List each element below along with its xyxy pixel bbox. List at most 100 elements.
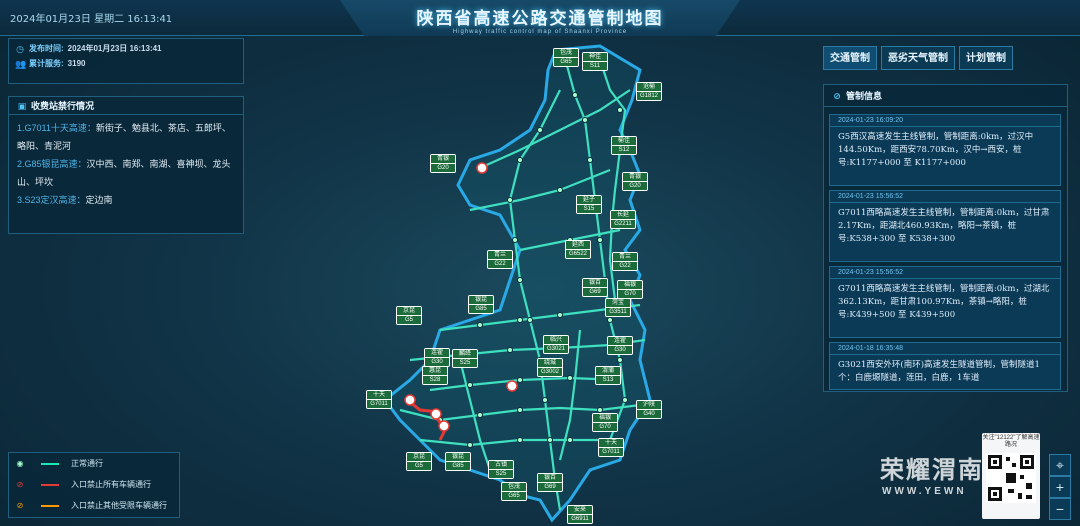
highway-badge-name: 银百 bbox=[538, 474, 562, 483]
highway-badge-name: 京昆 bbox=[397, 307, 421, 316]
tab-weather-control[interactable]: 恶劣天气管制 bbox=[881, 46, 955, 70]
highway-badge[interactable]: 京昆 G5 bbox=[396, 306, 422, 325]
legend-item: ⊘ 入口禁止其他受限车辆通行 bbox=[9, 495, 179, 516]
highway-badge-name: 包茂 bbox=[554, 49, 578, 58]
highway-badge[interactable]: 青银 G20 bbox=[622, 172, 648, 191]
toll-item: 1.G7011十天高速：新街子、勉县北、茶店、五郎坪、略阳、青泥河 bbox=[9, 119, 243, 155]
service-value: 3190 bbox=[67, 59, 86, 68]
highway-badge[interactable]: 连霍 G30 bbox=[607, 336, 633, 355]
locate-button[interactable]: ⌖ bbox=[1049, 454, 1071, 476]
tab-traffic-control[interactable]: 交通管制 bbox=[823, 46, 877, 70]
highway-badge-name: 绕城 bbox=[538, 359, 562, 368]
highway-badge-code: S25 bbox=[453, 359, 477, 367]
highway-badge-name: 菏宝 bbox=[606, 299, 630, 308]
highway-badge-name: 青兰 bbox=[613, 253, 637, 262]
highway-badge[interactable]: 包茂 G65 bbox=[553, 48, 579, 67]
highway-badge[interactable]: 银百 G69 bbox=[582, 278, 608, 297]
highway-badge[interactable]: 十天 G7011 bbox=[366, 390, 392, 409]
no-entry-restricted-icon: ⊘ bbox=[16, 501, 24, 510]
highway-badge-code: G3002 bbox=[538, 368, 562, 376]
toll-route: 2.G85银昆高速： bbox=[17, 159, 87, 169]
legend-label: 入口禁止其他受限车辆通行 bbox=[71, 501, 167, 510]
highway-badge-name: 福银 bbox=[618, 281, 642, 290]
highway-badge[interactable]: 古镇 S25 bbox=[488, 460, 514, 479]
highway-badge-code: G5 bbox=[397, 316, 421, 324]
tab-planned-control[interactable]: 计划管制 bbox=[959, 46, 1013, 70]
highway-badge[interactable]: 惠昆 S28 bbox=[422, 366, 448, 385]
highway-badge[interactable]: 延西 G6522 bbox=[565, 240, 591, 259]
highway-badge[interactable]: 银昆 G85 bbox=[468, 295, 494, 314]
notice-time: 2024-01-23 16:09:20 bbox=[830, 115, 1060, 127]
highway-badge[interactable]: 绕城 G3002 bbox=[537, 358, 563, 377]
notice-body: G7011西略高速发生主线管制，管制距离:0km，过湖北362.13Km，距甘肃… bbox=[838, 284, 1050, 320]
highway-badge-code: G6522 bbox=[566, 250, 590, 258]
highway-badge-name: 银昆 bbox=[469, 296, 493, 305]
highway-badge[interactable]: 银昆 G85 bbox=[445, 452, 471, 471]
highway-badge-code: G2211 bbox=[611, 220, 635, 228]
zoom-in-button[interactable]: + bbox=[1049, 476, 1071, 498]
highway-badge-name: 延子 bbox=[577, 196, 601, 205]
watermark-name: 荣耀渭南 bbox=[880, 456, 984, 484]
highway-badge[interactable]: 安来 G6911 bbox=[567, 505, 593, 524]
highway-badge-code: G20 bbox=[431, 164, 455, 172]
highway-badge[interactable]: 青兰 G22 bbox=[487, 250, 513, 269]
highway-badge-code: S15 bbox=[577, 205, 601, 213]
highway-badge[interactable]: 沧榆 G1812 bbox=[636, 82, 662, 101]
highway-badge-name: 渭蒲 bbox=[596, 367, 620, 376]
highway-badge-code: G30 bbox=[425, 358, 449, 366]
highway-badge[interactable]: 银百 G69 bbox=[537, 473, 563, 492]
highway-badge[interactable]: 连霍 G30 bbox=[424, 348, 450, 367]
notice-time: 2024-01-23 15:56:52 bbox=[830, 267, 1060, 279]
title-banner: 陕西省高速公路交通管制地图 Highway traffic control ma… bbox=[340, 0, 740, 36]
highway-badge-name: 包茂 bbox=[502, 483, 526, 492]
highway-badge[interactable]: 长延 G2211 bbox=[610, 210, 636, 229]
highway-badge-name: 古镇 bbox=[489, 461, 513, 470]
notice-card[interactable]: 2024-01-23 15:56:52 G7011西略高速发生主线管制，管制距离… bbox=[829, 190, 1061, 262]
highway-badge-code: G7011 bbox=[367, 400, 391, 408]
highway-badge[interactable]: 福银 G70 bbox=[617, 280, 643, 299]
highway-badge[interactable]: 榆佳 S12 bbox=[611, 136, 637, 155]
highway-badge-code: G70 bbox=[593, 423, 617, 431]
highway-badge[interactable]: 渭蒲 S13 bbox=[595, 366, 621, 385]
legend-label: 入口禁止所有车辆通行 bbox=[71, 480, 151, 489]
control-panel-title: 管制信息 bbox=[846, 91, 883, 101]
notice-card[interactable]: 2024-01-23 16:09:20 G5西汉高速发生主线管制，管制距离:0k… bbox=[829, 114, 1061, 186]
toll-panel-header: ▣ 收费站禁行情况 bbox=[9, 97, 243, 115]
highway-badge-code: S11 bbox=[583, 62, 607, 70]
highway-badge[interactable]: 福银 G70 bbox=[592, 413, 618, 432]
highway-badge[interactable]: 青兰 G22 bbox=[612, 252, 638, 271]
highway-badge-name: 临兴 bbox=[544, 336, 568, 345]
highway-badge-name: 十天 bbox=[367, 391, 391, 400]
highway-badge-code: G85 bbox=[446, 462, 470, 470]
highway-badge[interactable]: 延子 S15 bbox=[576, 195, 602, 214]
service-row: 👥 累计服务: 3190 bbox=[15, 58, 237, 69]
highway-badge-name: 青银 bbox=[623, 173, 647, 182]
highway-badge-code: G65 bbox=[502, 492, 526, 500]
highway-badge-code: G1812 bbox=[637, 92, 661, 100]
service-label: 累计服务: bbox=[29, 59, 64, 68]
no-entry-icon: ⊘ bbox=[833, 90, 841, 101]
notice-card[interactable]: 2024-01-23 15:56:52 G7011西略高速发生主线管制，管制距离… bbox=[829, 266, 1061, 338]
highway-badge[interactable]: 京昆 G5 bbox=[406, 452, 432, 471]
highway-badge[interactable]: 菏宝 G3511 bbox=[605, 298, 631, 317]
highway-badge[interactable]: 青银 G20 bbox=[430, 154, 456, 173]
toll-route: 1.G7011十天高速： bbox=[17, 123, 96, 133]
notice-card[interactable]: 2024-01-18 16:35:48 G3021西安外环(南环)高速发生隧道管… bbox=[829, 342, 1061, 390]
control-panel-header: ⊘ 管制信息 bbox=[824, 85, 1067, 107]
highway-badge-code: G3511 bbox=[606, 308, 630, 316]
highway-badge[interactable]: 十天 G7011 bbox=[598, 438, 624, 457]
highway-badge[interactable]: 包茂 G65 bbox=[501, 482, 527, 501]
highway-badge[interactable]: 沪陕 G40 bbox=[636, 400, 662, 419]
highway-badge-name: 麟绛 bbox=[453, 350, 477, 359]
highway-badge-code: G69 bbox=[538, 483, 562, 491]
highway-badge-code: G22 bbox=[488, 260, 512, 268]
legend-line bbox=[41, 504, 59, 507]
zoom-out-button[interactable]: − bbox=[1049, 498, 1071, 520]
page-title: 陕西省高速公路交通管制地图 bbox=[416, 9, 664, 29]
highway-badge-code: G5 bbox=[407, 462, 431, 470]
highway-badge-name: 青银 bbox=[431, 155, 455, 164]
highway-badge[interactable]: 临兴 G3021 bbox=[543, 335, 569, 354]
qr-card[interactable]: 关注"12122"了解高速路况 bbox=[982, 433, 1040, 519]
highway-badge[interactable]: 麟绛 S25 bbox=[452, 349, 478, 368]
highway-badge[interactable]: 神佳 S11 bbox=[582, 52, 608, 71]
